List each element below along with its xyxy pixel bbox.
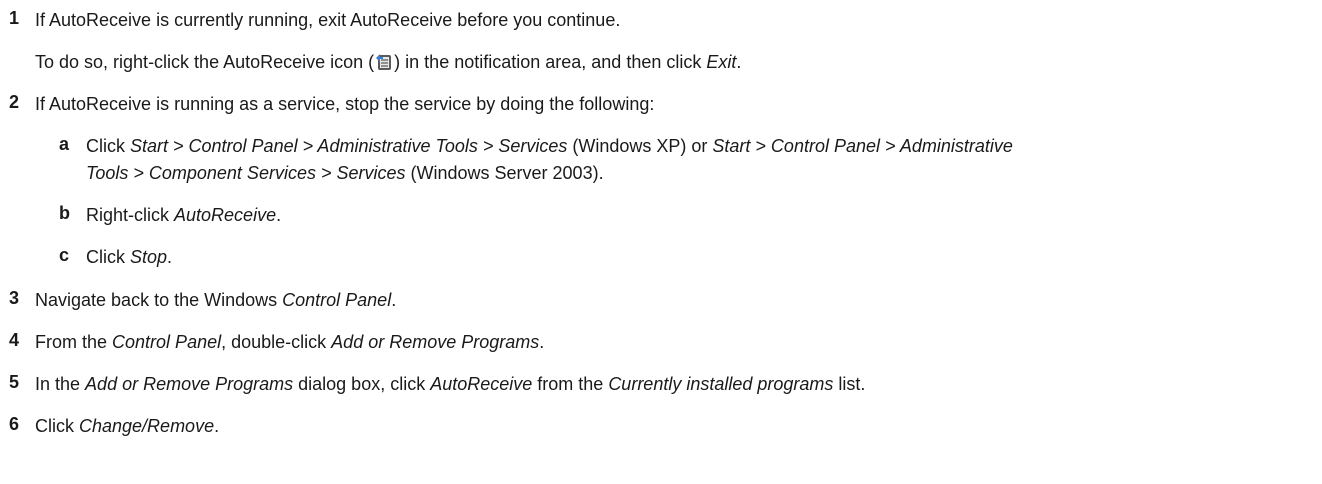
autoreceive-tray-icon (375, 53, 393, 71)
substep-b-letter: b (59, 203, 70, 223)
substep-a-line2: Tools > Component Services > Services (W… (86, 163, 604, 183)
step-6-number: 6 (9, 414, 20, 434)
substep-c-letter: c (59, 245, 70, 265)
step-4-text: From the Control Panel, double-click Add… (35, 332, 545, 352)
step-1-number: 1 (9, 8, 20, 28)
step-1-text: If AutoReceive is currently running, exi… (35, 10, 621, 30)
step-2-text: If AutoReceive is running as a service, … (35, 94, 655, 114)
substep-c-text: Click Stop. (86, 247, 173, 267)
substep-b-text: Right-click AutoReceive. (86, 205, 282, 225)
step-5-number: 5 (9, 372, 20, 392)
step-3-text: Navigate back to the Windows Control Pan… (35, 290, 397, 310)
step-4-number: 4 (9, 330, 20, 350)
substep-a-letter: a (59, 134, 70, 154)
step-6-text: Click Change/Remove. (35, 416, 220, 436)
step-1-note: To do so, right-click the AutoReceive ic… (35, 52, 742, 72)
step-3-number: 3 (9, 288, 20, 308)
step-2-number: 2 (9, 92, 20, 112)
substep-a-line1: Click Start > Control Panel > Administra… (86, 136, 1013, 156)
step-5-text: In the Add or Remove Programs dialog box… (35, 374, 866, 394)
